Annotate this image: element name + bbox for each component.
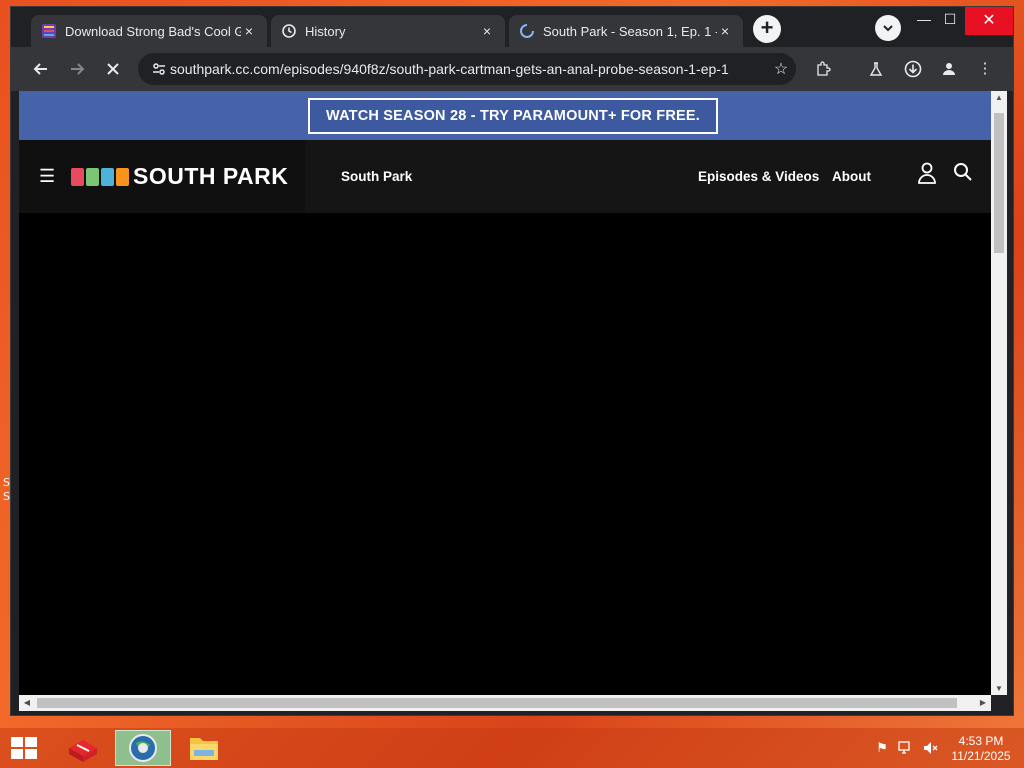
tab-close-button[interactable]: × <box>479 23 495 39</box>
nav-link-about[interactable]: About <box>832 169 871 184</box>
tab-title: History <box>305 23 346 39</box>
downloads-icon[interactable] <box>901 57 925 81</box>
user-account-icon[interactable] <box>917 162 937 190</box>
browser-globe-icon <box>129 734 157 762</box>
folder-icon <box>190 738 218 760</box>
site-logo-text[interactable]: SOUTH PARK <box>133 163 288 190</box>
download-circle-icon <box>904 60 922 78</box>
scroll-down-icon[interactable]: ▼ <box>991 684 1007 693</box>
person-outline-icon <box>918 162 936 184</box>
arrow-left-icon <box>33 63 47 75</box>
tab-strong-bad[interactable]: Download Strong Bad's Cool Game × <box>31 15 267 47</box>
labs-flask-icon[interactable] <box>864 57 888 81</box>
stop-loading-button[interactable] <box>101 57 125 81</box>
tab-close-button[interactable]: × <box>241 23 257 39</box>
address-bar[interactable]: southpark.cc.com/episodes/940f8z/south-p… <box>138 53 796 85</box>
new-tab-button[interactable]: + <box>753 15 781 43</box>
network-monitor-icon <box>898 741 910 754</box>
bookmark-star-icon[interactable]: ☆ <box>766 59 796 79</box>
action-center-flag-icon[interactable]: ⚑ <box>874 740 890 756</box>
flask-icon <box>869 62 883 76</box>
desktop-text-fragment: S <box>3 476 10 489</box>
puzzle-icon <box>817 61 831 76</box>
tab-title: South Park - Season 1, Ep. 1 - Cartman <box>543 23 717 39</box>
volume-muted-icon[interactable] <box>922 740 938 756</box>
back-button[interactable] <box>29 57 53 81</box>
logo-block <box>86 168 99 186</box>
speaker-mute-icon <box>924 742 938 754</box>
nav-link-south-park[interactable]: South Park <box>341 169 412 184</box>
scroll-thumb[interactable] <box>994 113 1004 253</box>
forward-button[interactable] <box>65 57 89 81</box>
tab-search-button[interactable] <box>875 15 901 41</box>
loading-spinner-icon <box>520 24 534 38</box>
taskbar-app-red-box[interactable] <box>55 730 111 766</box>
person-icon <box>943 63 955 75</box>
scroll-left-icon[interactable]: ◀ <box>19 695 35 711</box>
video-player-area[interactable] <box>19 213 991 695</box>
maximize-button[interactable]: ☐ <box>935 11 965 28</box>
promo-banner: WATCH SEASON 28 - TRY PARAMOUNT+ FOR FRE… <box>19 91 991 140</box>
taskbar: ⚑ 4:53 PM 11/21/2025 <box>0 728 1024 768</box>
browser-toolbar: southpark.cc.com/episodes/940f8z/south-p… <box>11 47 1013 91</box>
page-viewport: WATCH SEASON 28 - TRY PARAMOUNT+ FOR FRE… <box>19 91 991 695</box>
scroll-thumb[interactable] <box>37 698 957 708</box>
tab-close-button[interactable]: × <box>717 23 733 39</box>
tab-history[interactable]: History × <box>271 15 505 47</box>
system-clock[interactable]: 4:53 PM 11/21/2025 <box>946 734 1016 764</box>
header-logo-area: ☰ SOUTH PARK <box>19 140 305 213</box>
south-park-logo-icon[interactable] <box>71 168 129 186</box>
site-info-icon[interactable] <box>148 61 170 77</box>
network-icon[interactable] <box>898 740 914 756</box>
url-text: southpark.cc.com/episodes/940f8z/south-p… <box>170 61 729 77</box>
hamburger-menu-icon[interactable]: ☰ <box>39 166 55 187</box>
scroll-up-icon[interactable]: ▲ <box>991 93 1007 102</box>
colorful-list-icon <box>42 24 56 38</box>
search-icon[interactable] <box>953 162 973 188</box>
close-icon <box>107 63 119 75</box>
windows-start-icon[interactable] <box>10 736 38 760</box>
arrow-right-icon <box>71 63 85 75</box>
tab-title: Download Strong Bad's Cool Game <box>65 23 241 39</box>
browser-window: Download Strong Bad's Cool Game × Histor… <box>10 6 1014 716</box>
red-package-icon <box>69 740 97 762</box>
desktop-text-fragment: S <box>3 490 10 503</box>
paramount-promo-button[interactable]: WATCH SEASON 28 - TRY PARAMOUNT+ FOR FRE… <box>308 98 718 134</box>
taskbar-app-file-explorer[interactable] <box>176 730 232 766</box>
history-icon <box>282 24 296 38</box>
horizontal-scrollbar[interactable]: ◀ ▶ <box>19 695 991 711</box>
taskbar-app-browser[interactable] <box>115 730 171 766</box>
logo-block <box>101 168 114 186</box>
clock-date: 11/21/2025 <box>951 749 1011 763</box>
tab-strip: Download Strong Bad's Cool Game × Histor… <box>11 7 1013 47</box>
logo-block <box>116 168 129 186</box>
extensions-icon[interactable] <box>811 57 835 81</box>
magnifier-icon <box>954 163 972 181</box>
nav-link-episodes-videos[interactable]: Episodes & Videos <box>698 169 819 184</box>
vertical-scrollbar[interactable]: ▲ ▼ <box>991 91 1007 695</box>
menu-kebab-icon[interactable]: ⋮ <box>973 57 997 81</box>
clock-time: 4:53 PM <box>958 734 1004 748</box>
scroll-right-icon[interactable]: ▶ <box>975 695 991 711</box>
tab-south-park[interactable]: South Park - Season 1, Ep. 1 - Cartman × <box>509 15 743 47</box>
logo-block <box>71 168 84 186</box>
chevron-down-icon <box>883 25 893 32</box>
site-header: ☰ SOUTH PARK South Park Episodes & Video… <box>19 140 991 213</box>
close-window-button[interactable]: ✕ <box>965 7 1013 35</box>
profile-icon[interactable] <box>937 57 961 81</box>
